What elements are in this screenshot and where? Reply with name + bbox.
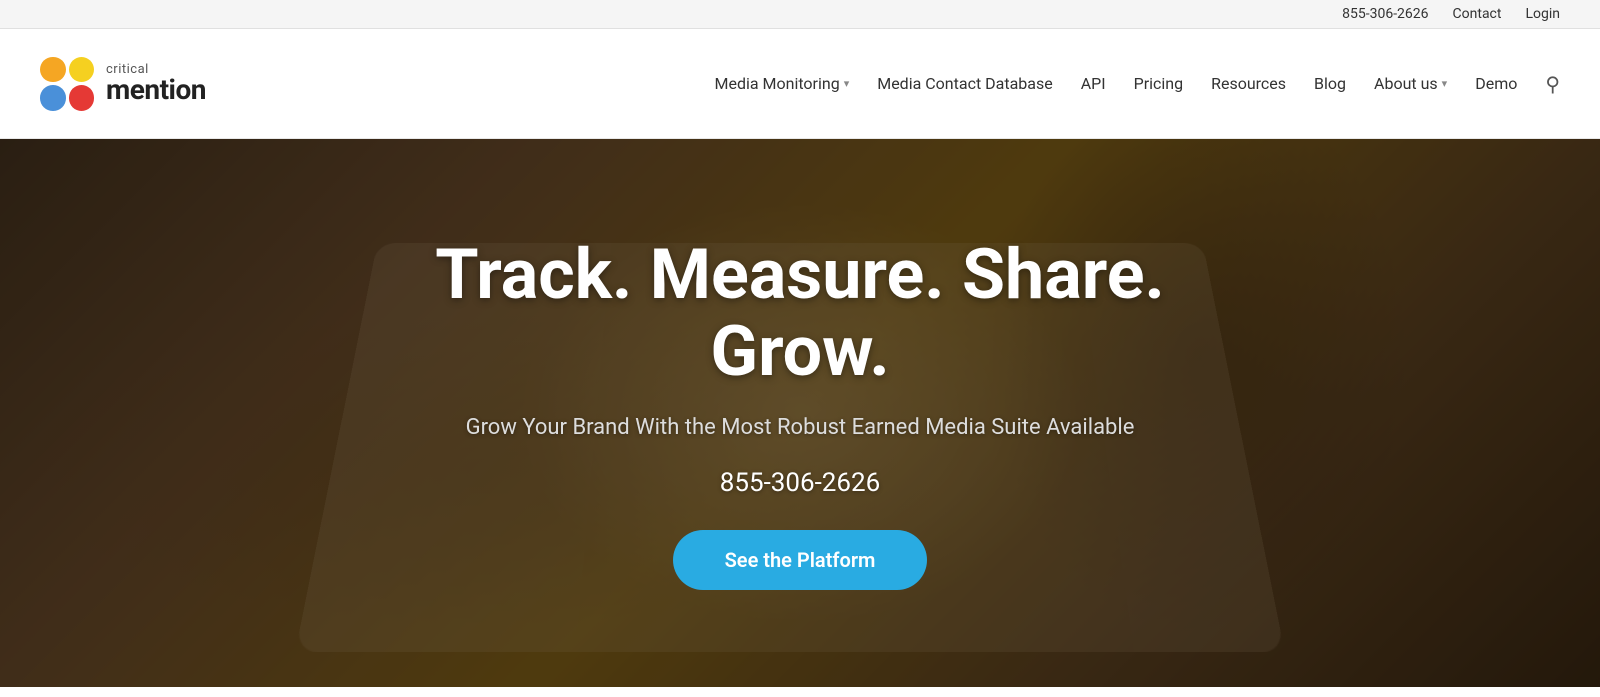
hero-cta-button[interactable]: See the Platform: [673, 530, 928, 590]
nav-item-about-us[interactable]: About us ▾: [1374, 74, 1447, 93]
chevron-down-icon: ▾: [1442, 77, 1448, 90]
logo-text: critical mention: [106, 63, 206, 104]
nav-item-media-contact-db[interactable]: Media Contact Database: [877, 74, 1053, 93]
top-bar-contact-link[interactable]: Contact: [1453, 6, 1502, 22]
hero-content: Track. Measure. Share. Grow. Grow Your B…: [395, 237, 1205, 590]
logo-dot-blue: [40, 85, 66, 111]
hero-section: Track. Measure. Share. Grow. Grow Your B…: [0, 139, 1600, 687]
logo-mention: mention: [106, 76, 206, 104]
logo-dot-orange: [40, 57, 66, 83]
nav-item-pricing[interactable]: Pricing: [1134, 74, 1184, 93]
nav-item-resources[interactable]: Resources: [1211, 74, 1286, 93]
logo[interactable]: critical mention: [40, 57, 206, 111]
logo-icon: [40, 57, 94, 111]
main-nav: Media Monitoring ▾ Media Contact Databas…: [714, 72, 1560, 96]
hero-subheadline: Grow Your Brand With the Most Robust Ear…: [435, 415, 1165, 440]
nav-item-blog[interactable]: Blog: [1314, 74, 1346, 93]
search-icon[interactable]: ⚲: [1545, 72, 1560, 96]
nav-item-demo[interactable]: Demo: [1475, 74, 1517, 93]
site-header: critical mention Media Monitoring ▾ Medi…: [0, 29, 1600, 139]
top-bar: 855-306-2626 Contact Login: [0, 0, 1600, 29]
nav-item-media-monitoring[interactable]: Media Monitoring ▾: [714, 74, 849, 93]
top-bar-login-link[interactable]: Login: [1525, 6, 1560, 22]
logo-dot-yellow: [69, 57, 95, 83]
nav-item-api[interactable]: API: [1081, 74, 1106, 93]
top-bar-phone: 855-306-2626: [1342, 6, 1428, 22]
hero-headline: Track. Measure. Share. Grow.: [435, 237, 1165, 391]
hero-phone: 855-306-2626: [435, 468, 1165, 498]
chevron-down-icon: ▾: [844, 77, 850, 90]
logo-dot-red: [69, 85, 95, 111]
